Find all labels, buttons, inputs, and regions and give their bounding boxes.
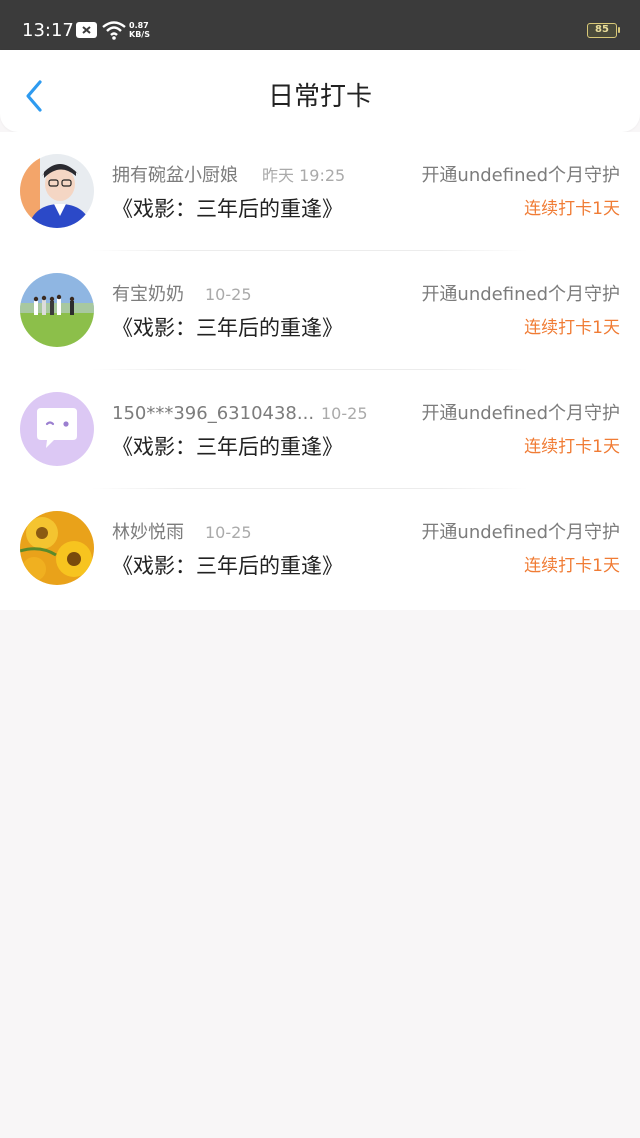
- network-speed-value: 0.87: [129, 21, 149, 30]
- user-name: 有宝奶奶: [112, 284, 184, 305]
- post-time: 昨天 19:25: [262, 166, 346, 185]
- network-speed-unit: KB/S: [129, 30, 150, 39]
- book-title: 《戏影：三年后的重逢》: [112, 197, 343, 221]
- book-title: 《戏影：三年后的重逢》: [112, 316, 343, 340]
- network-speed: 0.87 KB/S: [129, 21, 155, 39]
- header: 日常打卡: [0, 50, 640, 132]
- user-name: 林妙悦雨: [112, 522, 184, 543]
- battery-level: 85: [595, 24, 609, 35]
- streak-text: 连续打卡1天: [524, 318, 620, 338]
- avatar[interactable]: [20, 392, 94, 466]
- status-time: 13:17: [22, 20, 74, 41]
- page-title: 日常打卡: [267, 82, 372, 112]
- list-item[interactable]: 林妙悦雨 10-25 《戏影：三年后的重逢》 开通undefined个月守护 连…: [0, 489, 640, 608]
- list-item[interactable]: 150***396_6310438... 10-25 《戏影：三年后的重逢》 开…: [0, 370, 640, 489]
- guard-text: 开通undefined个月守护: [421, 522, 620, 543]
- checkin-list: 拥有碗盆小厨娘 昨天 19:25 《戏影：三年后的重逢》 开通undefined…: [0, 132, 640, 610]
- post-time: 10-25: [321, 404, 368, 423]
- book-title: 《戏影：三年后的重逢》: [112, 554, 343, 578]
- guard-text: 开通undefined个月守护: [421, 284, 620, 305]
- guard-text: 开通undefined个月守护: [421, 403, 620, 424]
- list-item[interactable]: 有宝奶奶 10-25 《戏影：三年后的重逢》 开通undefined个月守护 连…: [0, 251, 640, 370]
- streak-text: 连续打卡1天: [524, 556, 620, 576]
- list-item[interactable]: 拥有碗盆小厨娘 昨天 19:25 《戏影：三年后的重逢》 开通undefined…: [0, 132, 640, 251]
- status-bar: 13:17 0.87 KB/S 85: [0, 0, 640, 50]
- avatar[interactable]: [20, 511, 94, 585]
- guard-text: 开通undefined个月守护: [421, 165, 620, 186]
- book-title: 《戏影：三年后的重逢》: [112, 435, 343, 459]
- post-time: 10-25: [205, 285, 252, 304]
- wifi-icon: [102, 20, 126, 44]
- user-name: 拥有碗盆小厨娘: [112, 165, 238, 186]
- post-time: 10-25: [205, 523, 252, 542]
- streak-text: 连续打卡1天: [524, 199, 620, 219]
- avatar[interactable]: [20, 154, 94, 228]
- notification-icon: [76, 22, 97, 42]
- user-name: 150***396_6310438...: [112, 403, 315, 424]
- streak-text: 连续打卡1天: [524, 437, 620, 457]
- avatar[interactable]: [20, 273, 94, 347]
- battery-icon: 85: [587, 23, 620, 38]
